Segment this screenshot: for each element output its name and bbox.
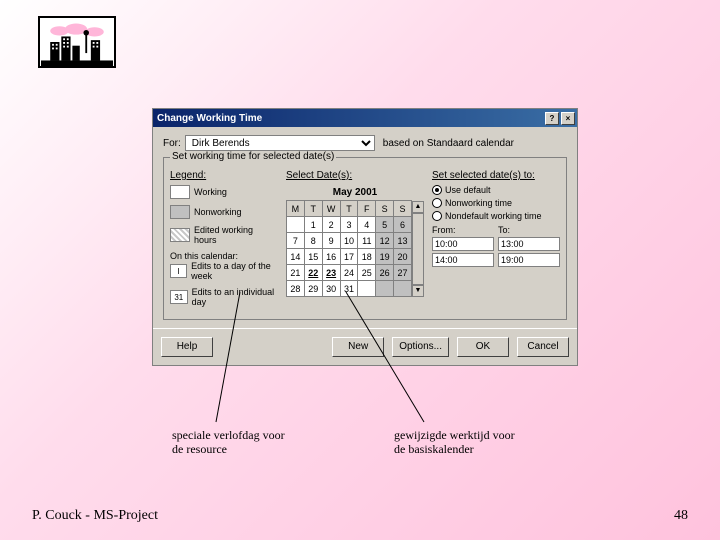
titlebar: Change Working Time ? × — [153, 109, 577, 127]
change-working-time-dialog: Change Working Time ? × For: Dirk Berend… — [152, 108, 578, 366]
new-button[interactable]: New — [332, 337, 384, 357]
legend-edited: Edited working hours — [194, 225, 278, 245]
to-2-input[interactable] — [498, 253, 560, 267]
calendar-cell[interactable]: 15 — [304, 249, 322, 265]
on-this-calendar: On this calendar: — [170, 251, 278, 261]
swatch-nonworking — [170, 205, 190, 219]
calendar-cell[interactable]: 2 — [322, 217, 340, 233]
calendar-cell[interactable]: 4 — [358, 217, 376, 233]
calendar-cell[interactable]: 28 — [287, 281, 305, 297]
to-label: To: — [498, 225, 560, 235]
to-1-input[interactable] — [498, 237, 560, 251]
legend-column: Legend: Working Nonworking Edited workin… — [170, 170, 278, 313]
calendar-cell[interactable] — [358, 281, 376, 297]
help-button[interactable]: Help — [161, 337, 213, 357]
footer-author: P. Couck - MS-Project — [32, 508, 158, 524]
calendar-cell[interactable]: 16 — [322, 249, 340, 265]
radio-nondefault[interactable]: Nondefault working time — [432, 211, 560, 221]
calendar-cell[interactable]: 18 — [358, 249, 376, 265]
set-working-time-group: Set working time for selected date(s) Le… — [163, 157, 567, 320]
calendar-cell[interactable]: 20 — [394, 249, 412, 265]
calendar-cell[interactable] — [287, 217, 305, 233]
calendar-cell[interactable]: 14 — [287, 249, 305, 265]
calendar-dow: F — [358, 201, 376, 217]
from-1-input[interactable] — [432, 237, 494, 251]
dialog-title: Change Working Time — [157, 113, 262, 124]
group-legend: Set working time for selected date(s) — [170, 151, 336, 162]
calendar-cell[interactable]: 3 — [340, 217, 358, 233]
legend-edits-day: Edits to a day of the week — [191, 261, 278, 281]
scroll-thumb[interactable] — [412, 213, 424, 285]
scroll-down-icon[interactable]: ▼ — [412, 285, 424, 297]
calendar-cell[interactable]: 30 — [322, 281, 340, 297]
calendar-cell[interactable]: 6 — [394, 217, 412, 233]
calendar-cell[interactable] — [376, 281, 394, 297]
from-label: From: — [432, 225, 494, 235]
calendar-dow: T — [304, 201, 322, 217]
radio-nonworking[interactable]: Nonworking time — [432, 198, 560, 208]
settings-column: Set selected date(s) to: Use default Non… — [432, 170, 560, 313]
calendar-cell[interactable]: 31 — [340, 281, 358, 297]
from-2-input[interactable] — [432, 253, 494, 267]
options-button[interactable]: Options... — [392, 337, 449, 357]
legend-edits-indiv: Edits to an individual day — [192, 287, 278, 307]
swatch-dayofweek: I — [170, 264, 187, 278]
legend-working: Working — [194, 187, 227, 197]
calendar-cell[interactable]: 11 — [358, 233, 376, 249]
close-icon[interactable]: × — [561, 112, 575, 125]
swatch-edited — [170, 228, 190, 242]
dialog-buttons: Help New Options... OK Cancel — [153, 328, 577, 365]
calendar-dow: M — [287, 201, 305, 217]
help-icon[interactable]: ? — [545, 112, 559, 125]
swatch-individual: 31 — [170, 290, 188, 304]
calendar-cell[interactable]: 5 — [376, 217, 394, 233]
calendar-cell[interactable]: 8 — [304, 233, 322, 249]
calendar-dow: T — [340, 201, 358, 217]
annotation-left: speciale verlofdag voor de resource — [172, 428, 285, 457]
ok-button[interactable]: OK — [457, 337, 509, 357]
calendar[interactable]: MTWTFSS 12345678910111213141516171819202… — [286, 200, 412, 297]
calendar-cell[interactable]: 7 — [287, 233, 305, 249]
calendar-cell[interactable]: 25 — [358, 265, 376, 281]
calendar-dow: S — [376, 201, 394, 217]
calendar-cell[interactable]: 10 — [340, 233, 358, 249]
calendar-cell[interactable]: 22 — [304, 265, 322, 281]
calendar-cell[interactable]: 24 — [340, 265, 358, 281]
calendar-column: Select Date(s): May 2001 MTWTFSS 1234567… — [286, 170, 424, 313]
calendar-cell[interactable]: 23 — [322, 265, 340, 281]
calendar-cell[interactable]: 17 — [340, 249, 358, 265]
calendar-cell[interactable]: 12 — [376, 233, 394, 249]
calendar-cell[interactable]: 29 — [304, 281, 322, 297]
calendar-cell[interactable]: 9 — [322, 233, 340, 249]
calendar-scrollbar[interactable]: ▲ ▼ — [412, 201, 424, 297]
calendar-dow: S — [394, 201, 412, 217]
calendar-cell[interactable]: 26 — [376, 265, 394, 281]
calendar-dow: W — [322, 201, 340, 217]
calendar-cell[interactable]: 1 — [304, 217, 322, 233]
based-on-label: based on Standaard calendar — [383, 138, 514, 149]
settings-header: Set selected date(s) to: — [432, 170, 560, 181]
legend-nonworking: Nonworking — [194, 207, 242, 217]
calendar-cell[interactable]: 13 — [394, 233, 412, 249]
legend-header: Legend: — [170, 170, 278, 181]
for-label: For: — [163, 138, 181, 149]
calendar-month: May 2001 — [286, 185, 424, 200]
calendar-cell[interactable]: 19 — [376, 249, 394, 265]
slide-logo — [38, 16, 116, 68]
swatch-working — [170, 185, 190, 199]
calendar-cell[interactable]: 27 — [394, 265, 412, 281]
annotation-right: gewijzigde werktijd voor de basiskalende… — [394, 428, 515, 457]
calendar-cell[interactable] — [394, 281, 412, 297]
select-dates-label: Select Date(s): — [286, 170, 424, 181]
scroll-up-icon[interactable]: ▲ — [412, 201, 424, 213]
radio-use-default[interactable]: Use default — [432, 185, 560, 195]
slide-number: 48 — [674, 508, 688, 524]
calendar-cell[interactable]: 21 — [287, 265, 305, 281]
cancel-button[interactable]: Cancel — [517, 337, 569, 357]
for-select[interactable]: Dirk Berends — [185, 135, 375, 151]
